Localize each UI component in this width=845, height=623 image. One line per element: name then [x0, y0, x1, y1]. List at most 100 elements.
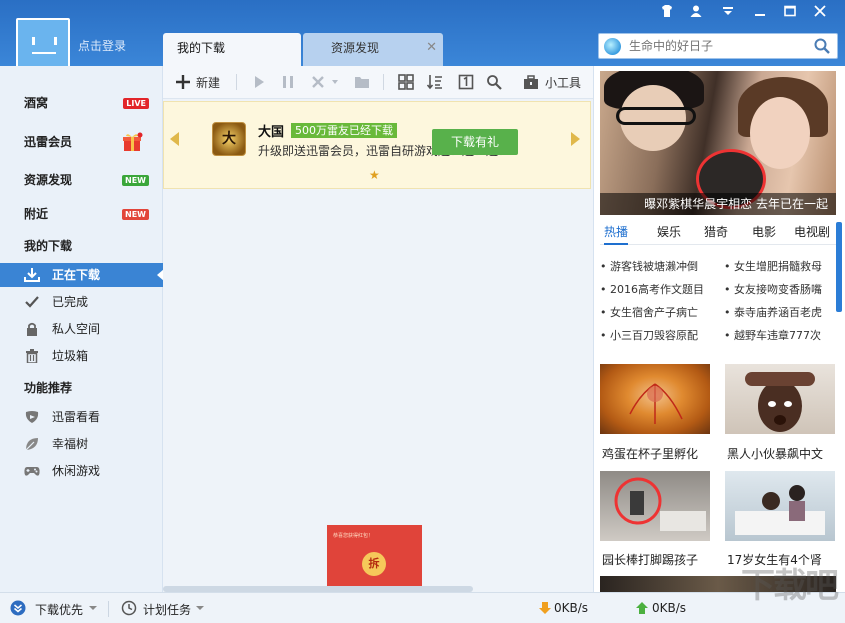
toolbox-icon[interactable] — [523, 74, 539, 90]
title-bar: 点击登录 我的下载 资源发现 ✕ — [0, 0, 845, 66]
news-item[interactable]: • 越野车违章777次 — [724, 327, 821, 343]
chevron-down-icon[interactable] — [195, 600, 205, 616]
news-item[interactable]: • 小三百刀毁容原配 — [600, 327, 698, 343]
download-toolbar: 新建 小工具 — [163, 66, 593, 99]
new-badge: NEW — [122, 209, 149, 220]
minimize-icon[interactable] — [748, 4, 772, 24]
thumb-caption[interactable]: 鸡蛋在杯子里孵化 — [602, 445, 698, 462]
open-red-packet-button[interactable]: 拆 — [362, 552, 386, 576]
banner-next-icon[interactable] — [571, 132, 580, 146]
live-badge: LIVE — [123, 98, 149, 109]
priority-icon[interactable] — [10, 600, 26, 616]
thumb-egg-art — [600, 364, 710, 434]
download-speed: 0KB/s — [554, 601, 588, 615]
chevron-down-icon[interactable] — [330, 74, 340, 90]
sidebar-section-my-downloads[interactable]: 我的下载 — [0, 234, 163, 258]
close-icon[interactable]: ✕ — [426, 33, 437, 63]
news-item[interactable]: • 泰寺庙养涵百老虎 — [724, 304, 822, 320]
sort-icon[interactable] — [427, 74, 443, 90]
sidebar-item-downloading[interactable]: 正在下载 — [0, 263, 163, 287]
thumb-egg[interactable] — [600, 364, 710, 434]
sidebar-item-vip[interactable]: 迅雷会员 — [0, 130, 163, 154]
folder-icon[interactable] — [354, 74, 370, 90]
divider — [236, 74, 237, 90]
news-title: 泰寺庙养涵百老虎 — [734, 306, 822, 319]
download-gift-button[interactable]: 下载有礼 — [432, 129, 518, 155]
skin-icon[interactable] — [655, 4, 679, 24]
sidebar-item-games[interactable]: 休闲游戏 — [0, 459, 163, 483]
hero-figure — [750, 97, 810, 169]
hero-image[interactable]: 曝邓紫棋华晨宇相恋 去年已在一起 — [600, 71, 836, 215]
sidebar-item-kankan[interactable]: 迅雷看看 — [0, 405, 163, 429]
red-packet[interactable]: 恭喜您获得红包！ 拆 — [327, 525, 422, 586]
news-item[interactable]: • 女生增肥捐髓救母 — [724, 258, 822, 274]
trash-icon — [24, 349, 40, 363]
pause-icon[interactable] — [280, 74, 296, 90]
sidebar-item-label: 垃圾箱 — [52, 349, 88, 363]
login-link[interactable]: 点击登录 — [78, 37, 126, 54]
sidebar-item-label: 附近 — [24, 207, 48, 221]
tab-my-downloads[interactable]: 我的下载 — [163, 33, 301, 66]
news-tab-hot[interactable]: 热播 — [604, 223, 628, 245]
check-icon — [24, 295, 40, 309]
news-tab-tv[interactable]: 电视剧 — [794, 223, 830, 240]
delete-icon[interactable] — [310, 74, 326, 90]
new-task-button[interactable]: 新建 — [196, 74, 220, 92]
thumb-man[interactable] — [725, 364, 835, 434]
user-icon[interactable] — [684, 4, 708, 24]
clock-icon[interactable] — [121, 600, 137, 616]
sidebar-item-label: 私人空间 — [52, 322, 100, 336]
download-list[interactable]: 大 大国 500万雷友已经下载 升级即送迅雷会员，迅雷自研游戏送！送！送！ 下载… — [163, 99, 593, 592]
sidebar-item-trash[interactable]: 垃圾箱 — [0, 344, 163, 368]
thumb-caption[interactable]: 园长棒打脚踢孩子 — [602, 551, 698, 568]
chevron-down-icon[interactable] — [88, 600, 98, 616]
sidebar-item-label: 已完成 — [52, 295, 88, 309]
plus-icon[interactable] — [175, 74, 191, 90]
details-icon[interactable] — [458, 74, 474, 90]
menu-icon[interactable] — [716, 4, 740, 24]
sidebar-item-resources[interactable]: 资源发现 NEW — [0, 168, 163, 192]
thumb-caption[interactable]: 黑人小伙暴飙中文 — [727, 445, 823, 462]
news-item[interactable]: • 女友接吻变香肠嘴 — [724, 281, 822, 297]
hero-caption: 曝邓紫棋华晨宇相恋 去年已在一起 — [600, 193, 836, 215]
search-icon[interactable] — [813, 37, 831, 55]
news-title: 女友接吻变香肠嘴 — [734, 283, 822, 296]
sidebar-item-label: 休闲游戏 — [52, 464, 100, 478]
maximize-icon[interactable] — [778, 4, 802, 24]
sidebar-item-nearby[interactable]: 附近 NEW — [0, 202, 163, 226]
avatar-eye — [32, 37, 35, 45]
news-item[interactable]: • 女生宿舍产子病亡 — [600, 304, 698, 320]
sidebar-item-jiuwo[interactable]: 酒窝 LIVE — [0, 91, 163, 115]
tab-resource-discovery[interactable]: 资源发现 ✕ — [303, 33, 443, 66]
sidebar-item-label: 功能推荐 — [24, 381, 72, 395]
watermark: 下载吧 — [741, 558, 837, 607]
close-window-icon[interactable] — [808, 4, 832, 24]
download-speed-icon — [537, 600, 553, 616]
ad-banner[interactable]: 大 大国 500万雷友已经下载 升级即送迅雷会员，迅雷自研游戏送！送！送！ 下载… — [163, 101, 591, 189]
schedule-button[interactable]: 计划任务 — [143, 601, 191, 618]
sidebar-item-happy-tree[interactable]: 幸福树 — [0, 432, 163, 456]
avatar[interactable] — [16, 18, 70, 72]
sidebar-item-private[interactable]: 私人空间 — [0, 317, 163, 341]
news-tab-movie[interactable]: 电影 — [752, 223, 776, 240]
search-input[interactable] — [629, 37, 809, 55]
priority-button[interactable]: 下载优先 — [35, 601, 83, 618]
news-tab-ent[interactable]: 娱乐 — [657, 223, 681, 240]
sidebar-item-completed[interactable]: 已完成 — [0, 290, 163, 314]
tools-button[interactable]: 小工具 — [545, 74, 581, 92]
thumb-kindergarten[interactable] — [600, 471, 710, 541]
news-item[interactable]: • 游客钱被塘濑冲倒 — [600, 258, 698, 274]
lock-icon — [24, 322, 40, 336]
news-item[interactable]: • 2016高考作文题目 — [600, 281, 704, 297]
avatar-mouth — [32, 52, 56, 54]
banner-prev-icon[interactable] — [170, 132, 179, 146]
sidebar-item-label: 资源发现 — [24, 173, 72, 187]
sidebar-section-recommend: 功能推荐 — [0, 376, 163, 400]
grid-view-icon[interactable] — [398, 74, 414, 90]
search-box[interactable] — [598, 33, 838, 59]
search-task-icon[interactable] — [486, 74, 502, 90]
thumb-hospital[interactable] — [725, 471, 835, 541]
start-icon[interactable] — [251, 74, 267, 90]
vertical-scrollbar[interactable] — [836, 222, 842, 312]
news-tab-odd[interactable]: 猎奇 — [704, 223, 728, 240]
